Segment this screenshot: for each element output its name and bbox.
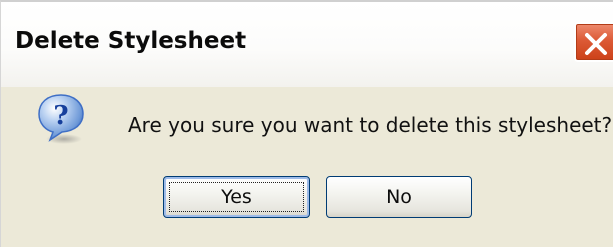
yes-button[interactable]: Yes [163, 176, 310, 218]
delete-stylesheet-dialog: Delete Stylesheet ? Are you sure you wan… [0, 0, 613, 247]
no-button-label: No [386, 186, 412, 208]
close-button[interactable] [574, 22, 613, 62]
confirmation-message: Are you sure you want to delete this sty… [128, 113, 613, 137]
yes-button-label: Yes [221, 186, 252, 208]
dialog-body: ? Are you sure you want to delete this s… [0, 87, 613, 247]
close-icon [585, 33, 607, 55]
no-button[interactable]: No [326, 176, 472, 218]
title-bar[interactable]: Delete Stylesheet [0, 0, 613, 87]
dialog-title: Delete Stylesheet [15, 28, 247, 54]
question-icon: ? [38, 94, 84, 144]
question-glyph: ? [53, 101, 68, 131]
